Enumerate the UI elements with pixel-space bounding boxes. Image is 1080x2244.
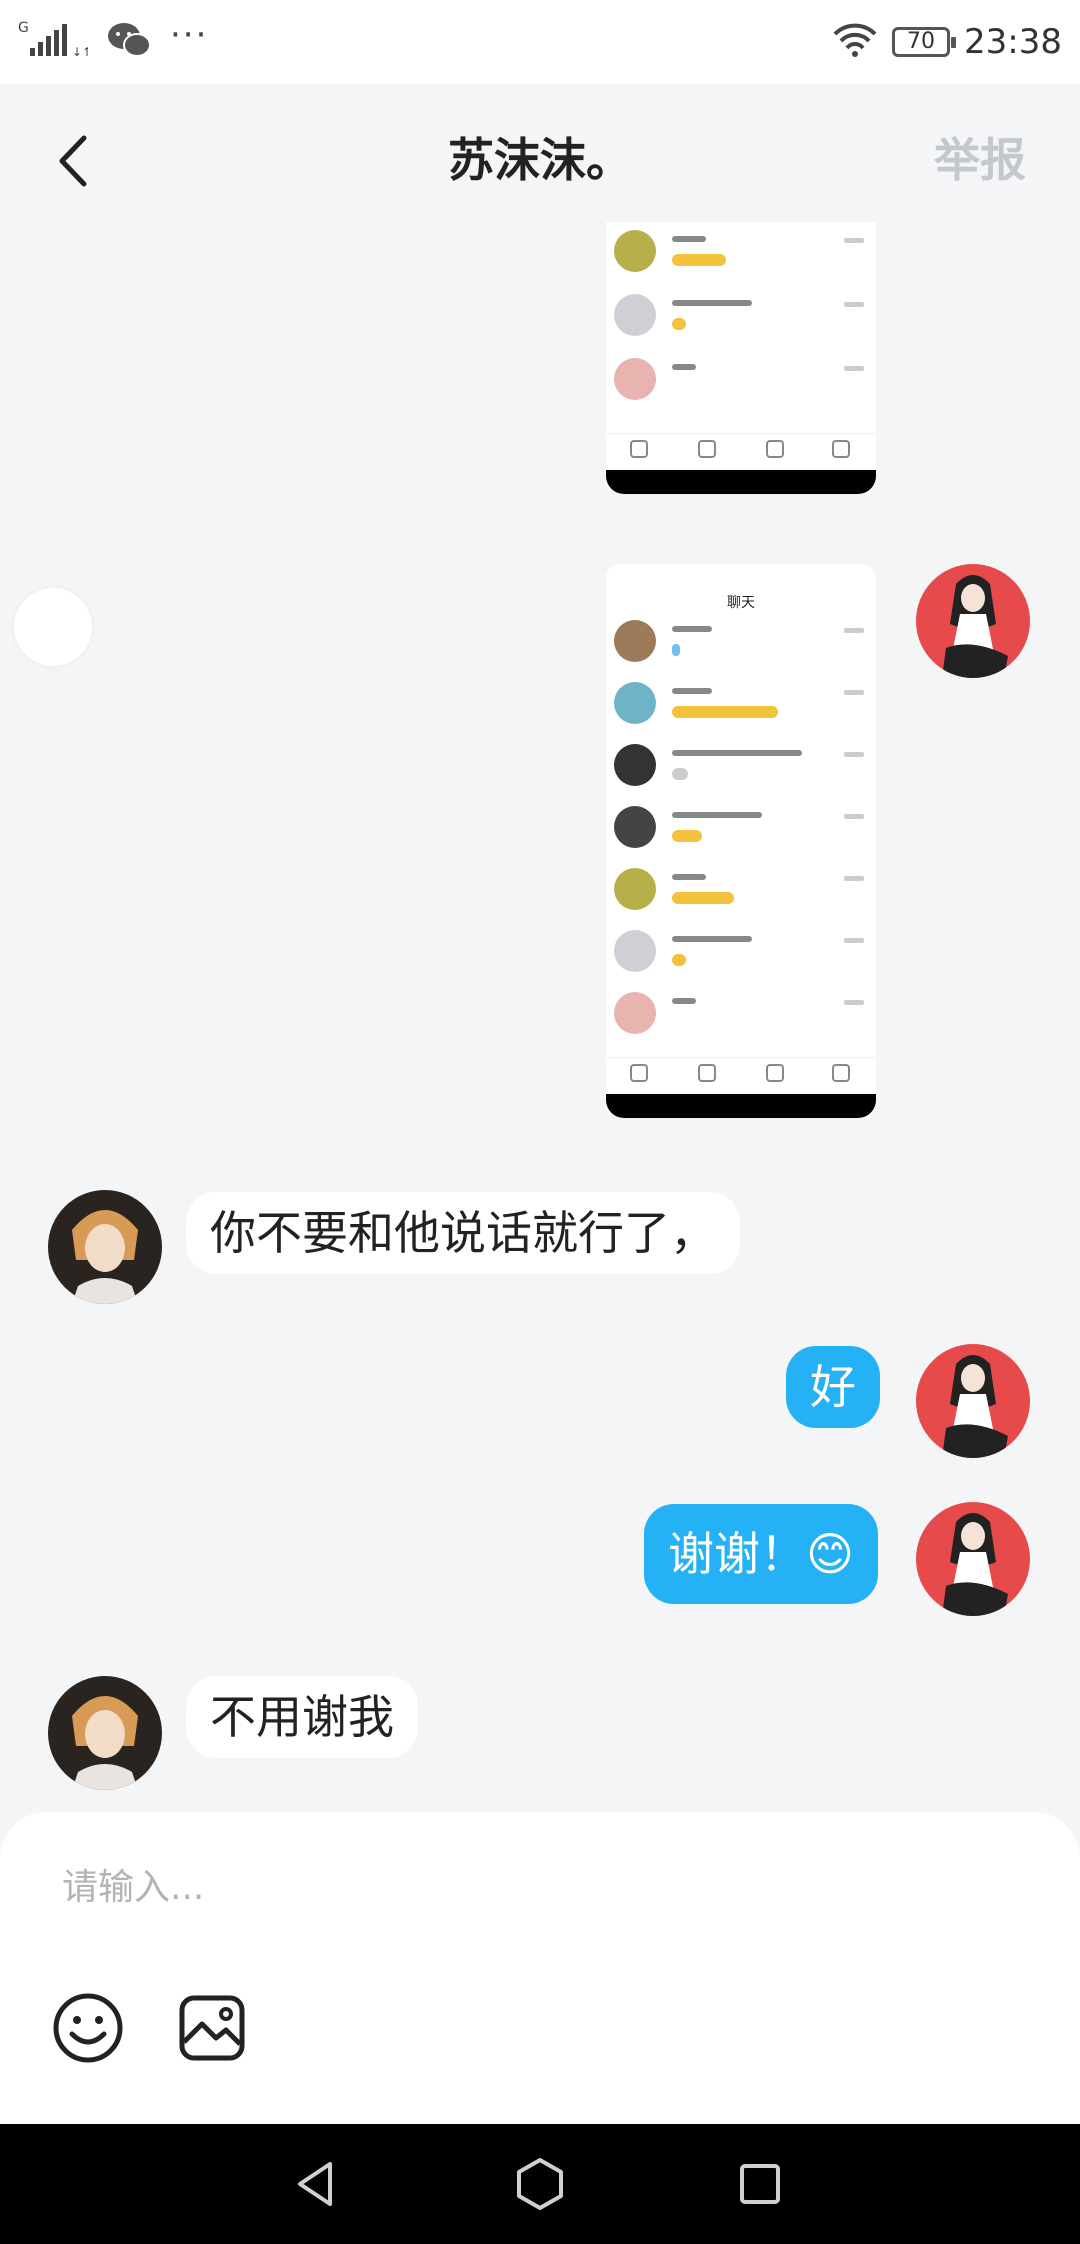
avatar[interactable] xyxy=(916,1502,1030,1616)
avatar[interactable] xyxy=(916,564,1030,678)
chat-header: 苏沫沫。 举报 xyxy=(0,84,1080,232)
image-icon xyxy=(179,1995,245,2061)
emoji-button[interactable] xyxy=(52,1992,124,2064)
nav-back-button[interactable] xyxy=(286,2154,346,2214)
avatar[interactable] xyxy=(48,1190,162,1304)
svg-text:↓↑: ↓↑ xyxy=(72,45,88,59)
message-input[interactable] xyxy=(60,1856,1024,1918)
clock: 23:38 xyxy=(964,22,1062,62)
svg-text:G: G xyxy=(18,20,29,36)
image-button[interactable] xyxy=(176,1992,248,2064)
report-button[interactable]: 举报 xyxy=(934,124,1026,190)
more-notifications-icon: ··· xyxy=(170,15,209,55)
screenshot-image-message[interactable] xyxy=(606,222,876,494)
page-title: 苏沫沫。 xyxy=(448,133,632,187)
signal-icon: G ↓↑ xyxy=(18,20,92,64)
battery-icon: 70 xyxy=(892,27,957,57)
nav-home-button[interactable] xyxy=(510,2154,570,2214)
floating-scroll-button[interactable] xyxy=(14,588,92,666)
hexagon-home-icon xyxy=(517,2158,563,2210)
message-bubble[interactable]: 好 xyxy=(786,1346,880,1428)
message-bubble[interactable]: 不用谢我 xyxy=(186,1676,418,1758)
input-panel xyxy=(0,1812,1080,2124)
nav-recent-button[interactable] xyxy=(730,2154,790,2214)
status-bar: G ↓↑ ··· 70 23:38 xyxy=(0,0,1080,84)
smiley-icon xyxy=(53,1993,123,2063)
wifi-icon xyxy=(832,22,878,62)
avatar[interactable] xyxy=(916,1344,1030,1458)
message-bubble[interactable]: 谢谢！😊 xyxy=(644,1504,878,1604)
wechat-icon xyxy=(106,20,152,64)
thumbnail-title: 聊天 xyxy=(727,595,755,611)
screenshot-image-message[interactable]: 聊天 xyxy=(606,564,876,1118)
message-bubble[interactable]: 你不要和他说话就行了， xyxy=(186,1192,740,1274)
system-nav-bar xyxy=(0,2124,1080,2244)
triangle-back-icon xyxy=(298,2162,332,2206)
avatar[interactable] xyxy=(48,1676,162,1790)
square-recent-icon xyxy=(740,2164,780,2204)
